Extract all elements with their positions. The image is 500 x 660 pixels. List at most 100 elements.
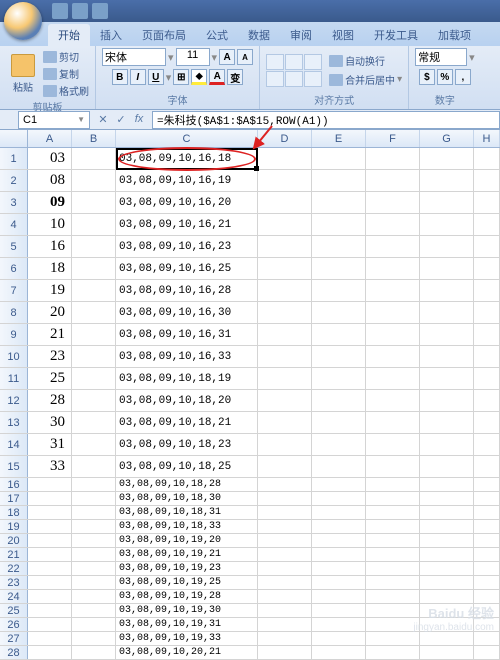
cell-G18[interactable] <box>420 506 474 519</box>
cell-D12[interactable] <box>258 390 312 411</box>
cell-G21[interactable] <box>420 548 474 561</box>
cell-A5[interactable]: 16 <box>28 236 72 257</box>
cell-E12[interactable] <box>312 390 366 411</box>
underline-button[interactable]: U <box>148 69 164 85</box>
cell-B7[interactable] <box>72 280 116 301</box>
cell-A26[interactable] <box>28 618 72 631</box>
cell-D16[interactable] <box>258 478 312 491</box>
col-header-G[interactable]: G <box>420 130 474 147</box>
cell-C28[interactable]: 03,08,09,10,20,21 <box>116 646 258 659</box>
wrap-text-button[interactable]: 自动换行 <box>329 52 402 69</box>
cell-A7[interactable]: 19 <box>28 280 72 301</box>
cell-G7[interactable] <box>420 280 474 301</box>
cell-A9[interactable]: 21 <box>28 324 72 345</box>
row-header[interactable]: 11 <box>0 368 28 389</box>
formula-input[interactable]: =朱科技($A$1:$A$15,ROW(A1)) <box>152 111 500 129</box>
row-header[interactable]: 1 <box>0 148 28 169</box>
cell-A1[interactable]: 03 <box>28 148 72 169</box>
tab-8[interactable]: 加载项 <box>428 24 481 46</box>
cell-A15[interactable]: 33 <box>28 456 72 477</box>
cell-G3[interactable] <box>420 192 474 213</box>
cell-E9[interactable] <box>312 324 366 345</box>
tab-0[interactable]: 开始 <box>48 24 90 46</box>
font-color-button[interactable]: A <box>209 69 225 85</box>
cell-H12[interactable] <box>474 390 500 411</box>
cell-E5[interactable] <box>312 236 366 257</box>
cell-D9[interactable] <box>258 324 312 345</box>
cell-D4[interactable] <box>258 214 312 235</box>
copy-button[interactable]: 复制 <box>43 65 89 82</box>
font-size-select[interactable]: 11 <box>176 48 210 66</box>
cell-H1[interactable] <box>474 148 500 169</box>
cell-H18[interactable] <box>474 506 500 519</box>
col-header-H[interactable]: H <box>474 130 500 147</box>
bold-button[interactable]: B <box>112 69 128 85</box>
cell-G24[interactable] <box>420 590 474 603</box>
cell-F16[interactable] <box>366 478 420 491</box>
cell-C9[interactable]: 03,08,09,10,16,31 <box>116 324 258 345</box>
font-name-select[interactable]: 宋体 <box>102 48 166 66</box>
cell-E23[interactable] <box>312 576 366 589</box>
cell-H9[interactable] <box>474 324 500 345</box>
format-painter-button[interactable]: 格式刷 <box>43 82 89 99</box>
cell-F1[interactable] <box>366 148 420 169</box>
cell-A23[interactable] <box>28 576 72 589</box>
cell-F2[interactable] <box>366 170 420 191</box>
cell-H10[interactable] <box>474 346 500 367</box>
cell-C8[interactable]: 03,08,09,10,16,30 <box>116 302 258 323</box>
col-header-C[interactable]: C <box>116 130 258 147</box>
cell-F8[interactable] <box>366 302 420 323</box>
cell-C24[interactable]: 03,08,09,10,19,28 <box>116 590 258 603</box>
cell-C4[interactable]: 03,08,09,10,16,21 <box>116 214 258 235</box>
phonetic-button[interactable]: 变 <box>227 69 243 85</box>
cell-H16[interactable] <box>474 478 500 491</box>
office-button[interactable] <box>4 2 42 40</box>
cell-C19[interactable]: 03,08,09,10,18,33 <box>116 520 258 533</box>
cell-G12[interactable] <box>420 390 474 411</box>
cell-C18[interactable]: 03,08,09,10,18,31 <box>116 506 258 519</box>
cell-A10[interactable]: 23 <box>28 346 72 367</box>
cell-D21[interactable] <box>258 548 312 561</box>
cell-C3[interactable]: 03,08,09,10,16,20 <box>116 192 258 213</box>
cell-B24[interactable] <box>72 590 116 603</box>
cell-B9[interactable] <box>72 324 116 345</box>
cell-C10[interactable]: 03,08,09,10,16,33 <box>116 346 258 367</box>
cell-E17[interactable] <box>312 492 366 505</box>
cell-A21[interactable] <box>28 548 72 561</box>
cell-E15[interactable] <box>312 456 366 477</box>
cell-D7[interactable] <box>258 280 312 301</box>
cell-D22[interactable] <box>258 562 312 575</box>
tab-4[interactable]: 数据 <box>238 24 280 46</box>
cell-C6[interactable]: 03,08,09,10,16,25 <box>116 258 258 279</box>
cell-A24[interactable] <box>28 590 72 603</box>
cell-B23[interactable] <box>72 576 116 589</box>
cell-F9[interactable] <box>366 324 420 345</box>
fx-icon[interactable]: fx <box>132 113 146 126</box>
cell-C13[interactable]: 03,08,09,10,18,21 <box>116 412 258 433</box>
cell-E3[interactable] <box>312 192 366 213</box>
cell-F3[interactable] <box>366 192 420 213</box>
cell-H13[interactable] <box>474 412 500 433</box>
cell-B16[interactable] <box>72 478 116 491</box>
cell-E1[interactable] <box>312 148 366 169</box>
cell-F11[interactable] <box>366 368 420 389</box>
cell-E20[interactable] <box>312 534 366 547</box>
cell-C2[interactable]: 03,08,09,10,16,19 <box>116 170 258 191</box>
cell-G22[interactable] <box>420 562 474 575</box>
cell-D14[interactable] <box>258 434 312 455</box>
cell-F7[interactable] <box>366 280 420 301</box>
cell-C11[interactable]: 03,08,09,10,18,19 <box>116 368 258 389</box>
row-header[interactable]: 19 <box>0 520 28 533</box>
cell-E7[interactable] <box>312 280 366 301</box>
cell-B8[interactable] <box>72 302 116 323</box>
cell-G16[interactable] <box>420 478 474 491</box>
cell-A19[interactable] <box>28 520 72 533</box>
cut-button[interactable]: 剪切 <box>43 48 89 65</box>
cell-B21[interactable] <box>72 548 116 561</box>
cell-H17[interactable] <box>474 492 500 505</box>
cell-G11[interactable] <box>420 368 474 389</box>
cell-E19[interactable] <box>312 520 366 533</box>
cell-E10[interactable] <box>312 346 366 367</box>
cell-A22[interactable] <box>28 562 72 575</box>
cell-G17[interactable] <box>420 492 474 505</box>
